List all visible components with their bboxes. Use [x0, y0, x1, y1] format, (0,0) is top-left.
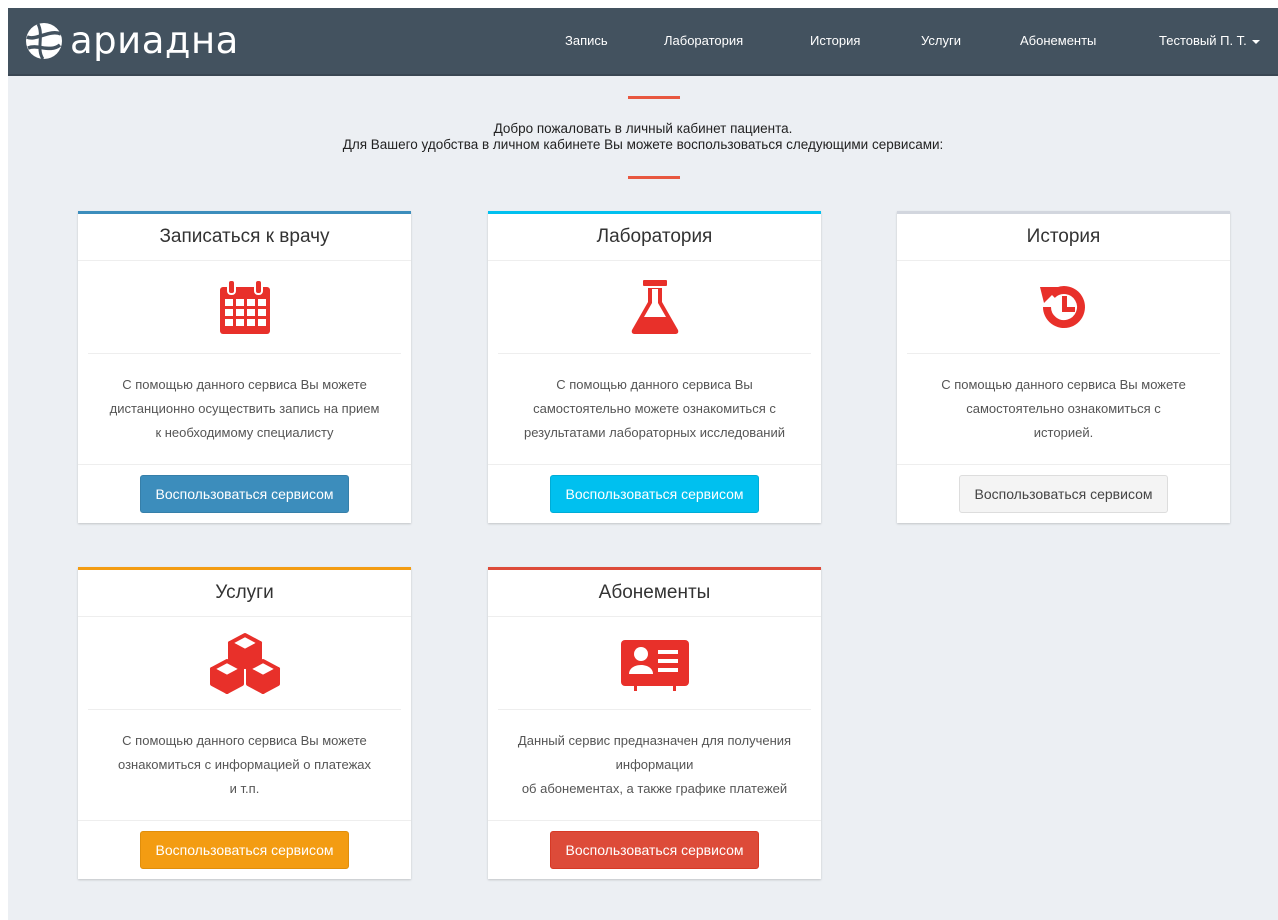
nav-item-services[interactable]: Услуги	[921, 8, 961, 74]
card-description: С помощью данного сервиса Вы можете само…	[897, 354, 1230, 465]
history-icon	[1039, 286, 1085, 329]
nav-item-subscriptions[interactable]: Абонементы	[1020, 8, 1096, 74]
history-service-button[interactable]: Воспользоваться сервисом	[959, 475, 1168, 513]
card-title: История	[897, 214, 1230, 261]
card-description: С помощью данного сервиса Вы самостоятел…	[488, 354, 821, 465]
nav-item-laboratory[interactable]: Лаборатория	[664, 8, 743, 74]
laboratory-service-button[interactable]: Воспользоваться сервисом	[550, 475, 759, 513]
card-description: С помощью данного сервиса Вы можете дист…	[78, 354, 411, 465]
cubes-icon	[209, 633, 280, 694]
card-laboratory: Лаборатория С помощью данного сервиса Вы…	[488, 211, 821, 523]
card-description: С помощью данного сервиса Вы можете озна…	[78, 710, 411, 821]
card-description: Данный сервис предназначен для получения…	[488, 710, 821, 821]
nav-item-zapis[interactable]: Запись	[565, 8, 608, 74]
subscriptions-service-button[interactable]: Воспользоваться сервисом	[550, 831, 759, 869]
nav-item-history[interactable]: История	[810, 8, 860, 74]
id-card-icon	[620, 640, 689, 691]
user-menu-dropdown[interactable]: Тестовый П. Т.	[1159, 8, 1260, 74]
card-title: Записаться к врачу	[78, 214, 411, 261]
accent-divider-top	[628, 96, 680, 99]
calendar-icon	[219, 279, 270, 334]
card-appointment: Записаться к врачу С помощью данного сер…	[78, 211, 411, 523]
appointment-service-button[interactable]: Воспользоваться сервисом	[140, 475, 349, 513]
welcome-line-2: Для Вашего удобства в личном кабинете Вы…	[342, 137, 944, 152]
top-navbar: ариадна Запись Лаборатория История Услуг…	[8, 8, 1278, 76]
brand-logo[interactable]: ариадна	[24, 19, 239, 63]
card-history: История С помощью данного сервиса Вы мож…	[897, 211, 1230, 523]
card-title: Услуги	[78, 570, 411, 617]
card-subscriptions: Абонементы Данный сервис предназначен дл…	[488, 567, 821, 879]
page-frame: ариадна Запись Лаборатория История Услуг…	[8, 8, 1278, 920]
caret-down-icon	[1251, 39, 1260, 44]
card-services: Услуги С помощью данного сервиса Вы може…	[78, 567, 411, 879]
accent-divider-bottom	[628, 176, 680, 179]
services-service-button[interactable]: Воспользоваться сервисом	[140, 831, 349, 869]
card-title: Абонементы	[488, 570, 821, 617]
card-title: Лаборатория	[488, 214, 821, 261]
welcome-line-1: Добро пожаловать в личный кабинет пациен…	[493, 121, 793, 136]
flask-icon	[631, 280, 678, 334]
brand-name: ариадна	[70, 19, 239, 62]
welcome-text: Добро пожаловать в личный кабинет пациен…	[8, 121, 1278, 153]
user-name: Тестовый П. Т.	[1159, 33, 1247, 48]
globe-logo-icon	[26, 23, 62, 60]
